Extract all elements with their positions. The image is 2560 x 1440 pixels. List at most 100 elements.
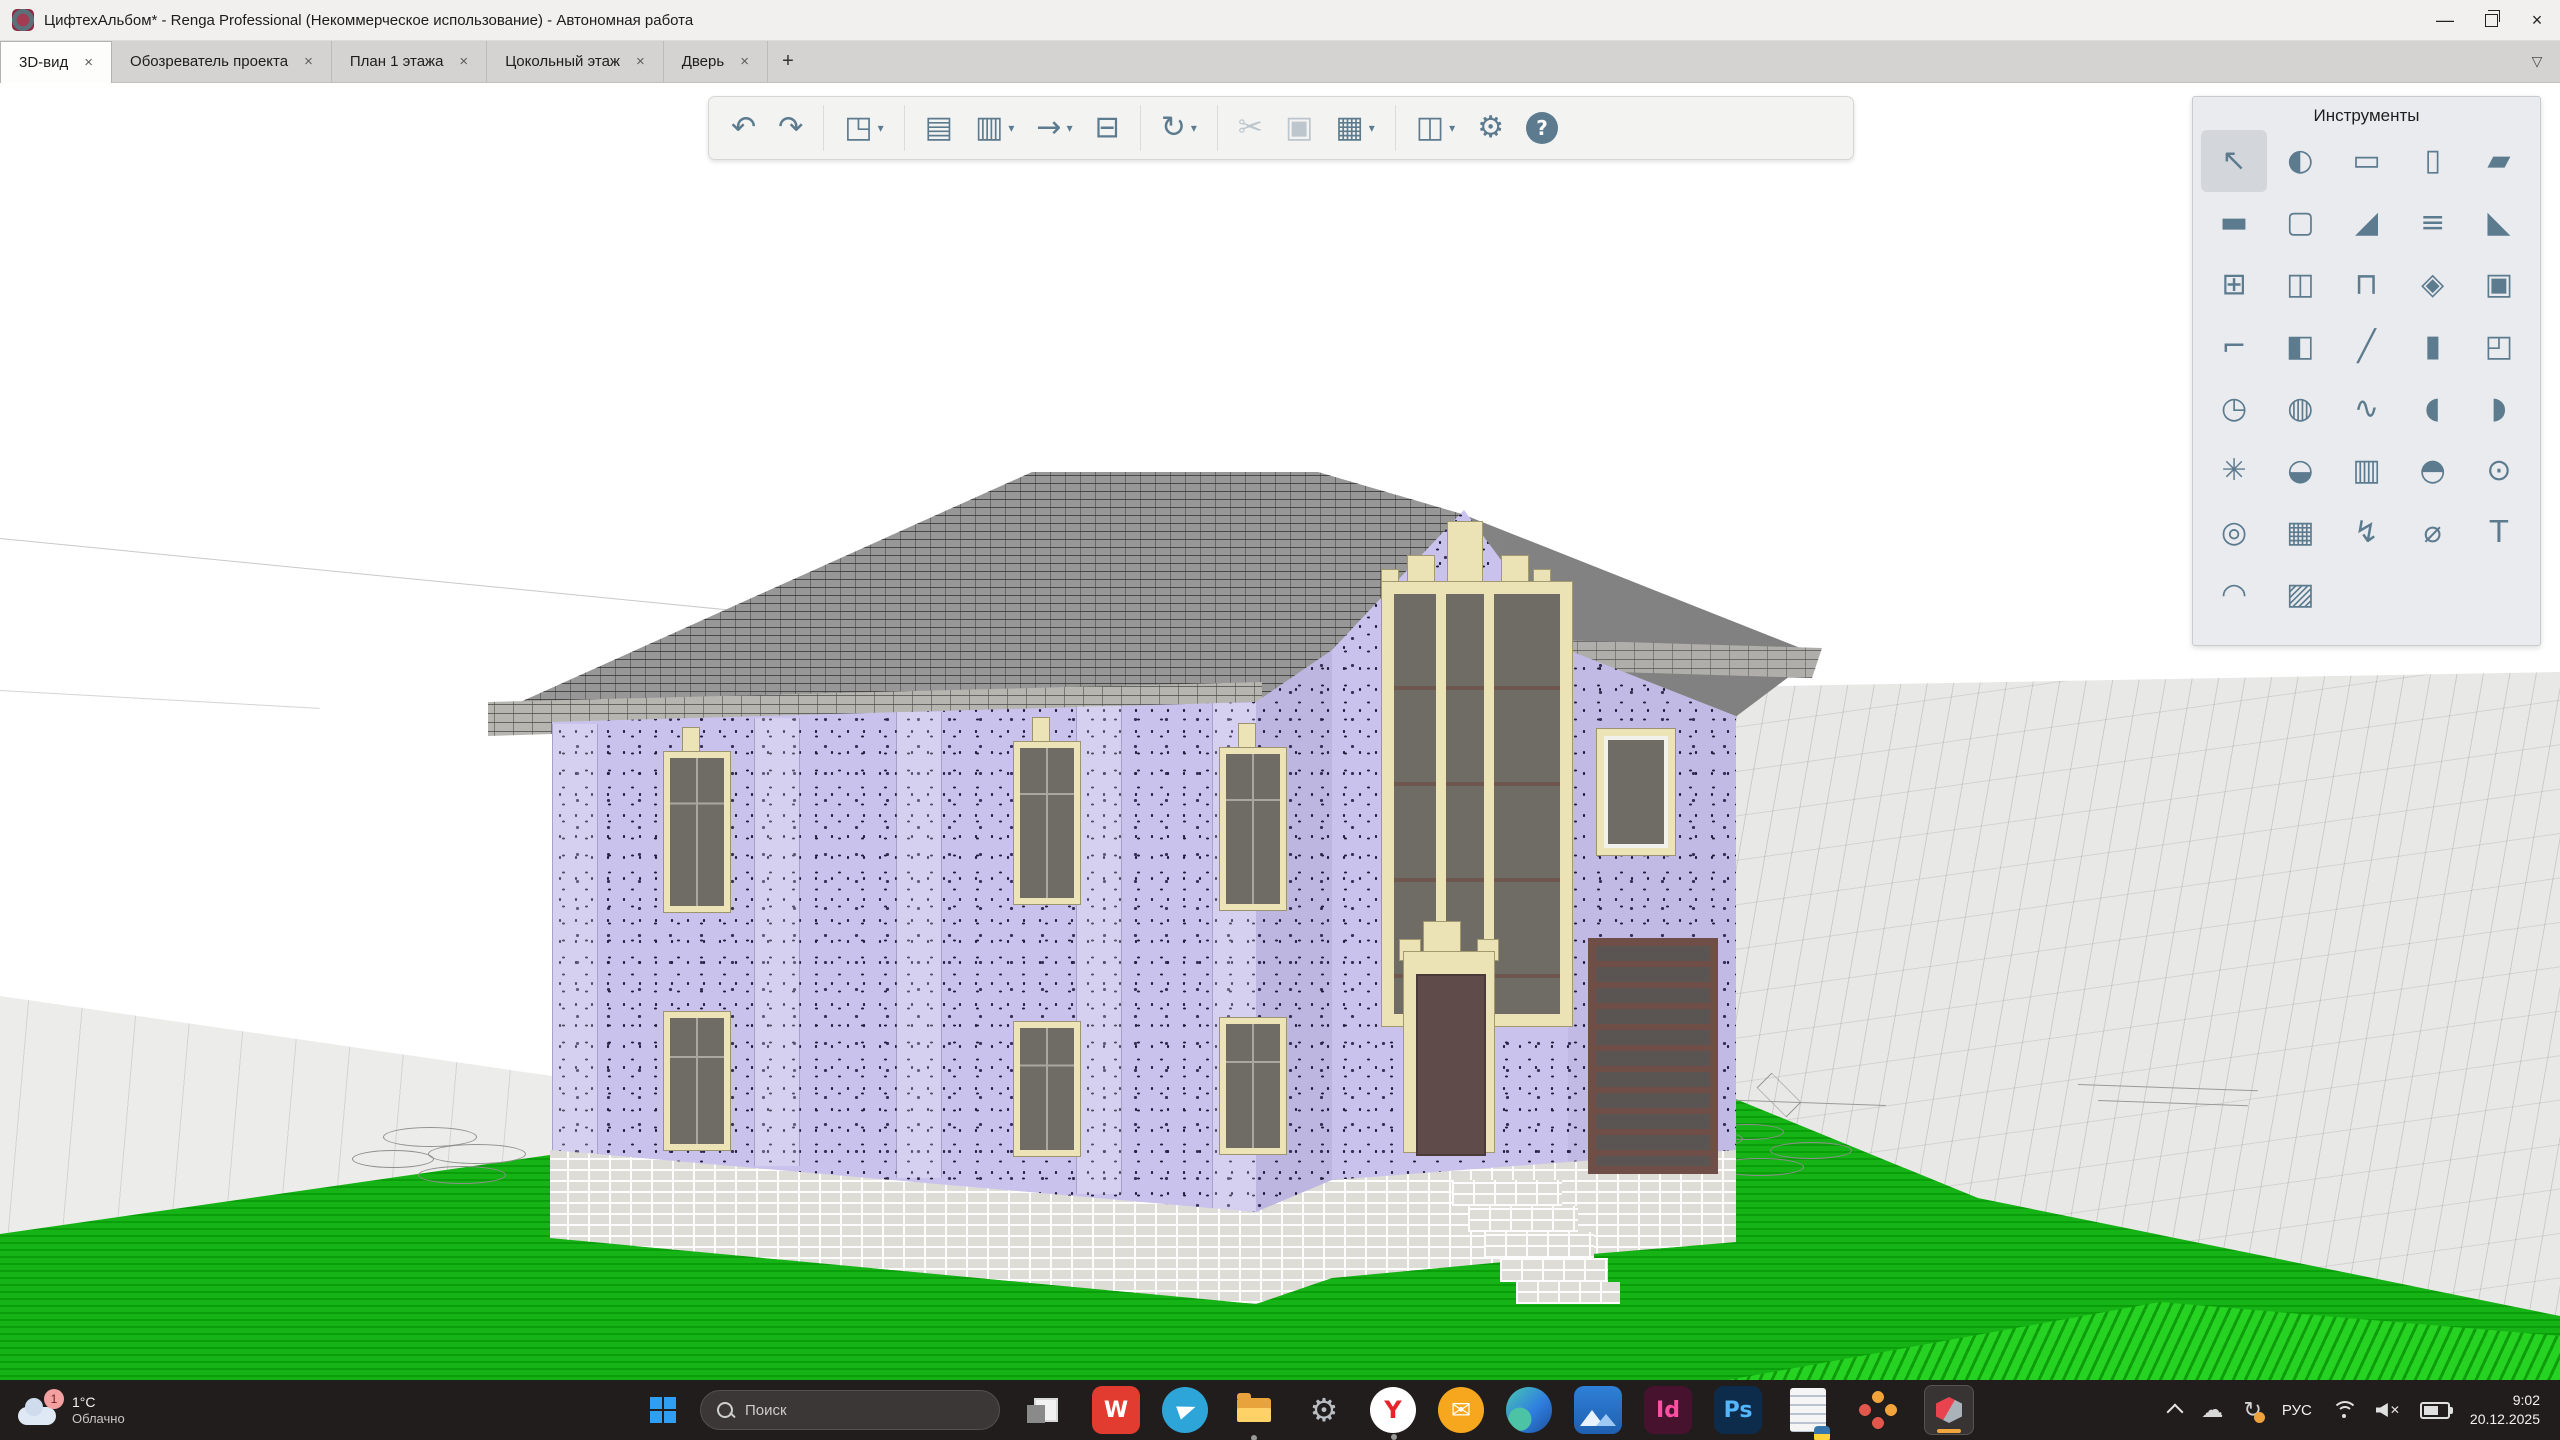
- renga-app[interactable]: [1924, 1385, 1974, 1435]
- tab-overflow-button[interactable]: ▽: [2514, 41, 2560, 82]
- clock[interactable]: 9:02 20.12.2025: [2470, 1391, 2540, 1429]
- settings-wrench-button[interactable]: ⚙ ▾: [1469, 107, 1512, 149]
- tab-close-icon[interactable]: ×: [740, 53, 749, 70]
- battery-icon[interactable]: [2420, 1402, 2450, 1419]
- ventilation-tool[interactable]: ✳: [2201, 440, 2267, 502]
- chevron-down-icon[interactable]: ▾: [1369, 121, 1375, 135]
- window-tool[interactable]: ⊞: [2201, 254, 2267, 316]
- onedrive-cloud-icon[interactable]: ☁: [2201, 1398, 2223, 1423]
- dimensions-tool[interactable]: ⌀: [2400, 502, 2466, 564]
- duct-tool[interactable]: ▥: [2333, 440, 2399, 502]
- open-button[interactable]: ▤ ▾: [917, 107, 961, 149]
- ramp-tool[interactable]: ◣: [2466, 192, 2532, 254]
- help-button[interactable]: ? ▾: [1518, 106, 1566, 150]
- pipe-fittings-tool[interactable]: ∿: [2333, 378, 2399, 440]
- tab-floor-plan-1[interactable]: План 1 этажа ×: [332, 41, 487, 82]
- round-duct-tool[interactable]: ◓: [2400, 440, 2466, 502]
- new-tab-button[interactable]: +: [768, 41, 808, 82]
- sep4-button[interactable]: ▾: [1217, 105, 1218, 151]
- volume-muted-icon[interactable]: ✕: [2376, 1403, 2400, 1417]
- save-button[interactable]: ▥ ▾: [967, 107, 1022, 149]
- python-doc-app[interactable]: [1784, 1386, 1832, 1434]
- chevron-down-icon[interactable]: ▾: [1067, 121, 1073, 135]
- close-button[interactable]: ×: [2514, 0, 2560, 40]
- window-layout-button[interactable]: ◫ ▾: [1408, 107, 1463, 149]
- sep3-button[interactable]: ▾: [1140, 105, 1141, 151]
- object-styles-tool[interactable]: ◐: [2267, 130, 2333, 192]
- sep5-button[interactable]: ▾: [1395, 105, 1396, 151]
- tab-close-icon[interactable]: ×: [84, 54, 93, 71]
- plate-tool[interactable]: ⌐: [2201, 316, 2267, 378]
- edge-app[interactable]: [1506, 1387, 1552, 1433]
- select-tool[interactable]: ↖: [2201, 130, 2267, 192]
- weather-widget[interactable]: 1 1°C Облачно: [18, 1393, 248, 1427]
- line-tool[interactable]: ╱: [2333, 316, 2399, 378]
- stairs-tool[interactable]: ≡: [2400, 192, 2466, 254]
- electric-panel-tool[interactable]: ▦: [2267, 502, 2333, 564]
- chevron-down-icon[interactable]: ▾: [1191, 121, 1197, 135]
- electric-socket-tool[interactable]: ⊙: [2466, 440, 2532, 502]
- spline-tool[interactable]: ◠: [2201, 564, 2267, 626]
- tab-close-icon[interactable]: ×: [304, 53, 313, 70]
- picture-tool[interactable]: ▣: [2466, 254, 2532, 316]
- indesign-app[interactable]: Id: [1644, 1386, 1692, 1434]
- export-button[interactable]: → ▾: [1028, 107, 1080, 149]
- media-app-app[interactable]: [1574, 1386, 1622, 1434]
- pipe-accessory-tool[interactable]: ◗: [2466, 378, 2532, 440]
- orbit-button[interactable]: ↻ ▾: [1153, 107, 1205, 149]
- minimize-button[interactable]: —: [2422, 0, 2468, 40]
- element-tool[interactable]: ◈: [2400, 254, 2466, 316]
- tab-basement-floor[interactable]: Цокольный этаж ×: [487, 41, 664, 82]
- electric-fittings-tool[interactable]: ↯: [2333, 502, 2399, 564]
- furniture-tool[interactable]: ⊓: [2333, 254, 2399, 316]
- opening-tool[interactable]: ▢: [2267, 192, 2333, 254]
- wall-tool[interactable]: ▭: [2333, 130, 2399, 192]
- tray-chevron-up-icon[interactable]: [2167, 1404, 2184, 1421]
- equipment-tool[interactable]: ◍: [2267, 378, 2333, 440]
- sep1-button[interactable]: ▾: [823, 105, 824, 151]
- beam-tool[interactable]: ▰: [2466, 130, 2532, 192]
- dots-app-app[interactable]: [1854, 1386, 1902, 1434]
- lighting-tool[interactable]: ◎: [2201, 502, 2267, 564]
- telegram-app[interactable]: [1162, 1387, 1208, 1433]
- profile-tool[interactable]: ▮: [2400, 316, 2466, 378]
- foundation-tool[interactable]: ◧: [2267, 316, 2333, 378]
- pipe-tool[interactable]: ◖: [2400, 378, 2466, 440]
- tab-door[interactable]: Дверь ×: [664, 41, 768, 82]
- assembly-tool[interactable]: ◰: [2466, 316, 2532, 378]
- chevron-down-icon[interactable]: ▾: [1449, 121, 1455, 135]
- yandex-browser-app[interactable]: Y: [1370, 1387, 1416, 1433]
- tab-3d-view[interactable]: 3D-вид ×: [0, 41, 112, 83]
- chevron-down-icon[interactable]: ▾: [878, 121, 884, 135]
- chevron-down-icon[interactable]: ▾: [1008, 121, 1014, 135]
- language-indicator[interactable]: РУС: [2282, 1402, 2312, 1419]
- task-view-app[interactable]: [1022, 1386, 1070, 1434]
- redo-button[interactable]: ↷ ▾: [770, 107, 811, 149]
- text-tool[interactable]: T: [2466, 502, 2532, 564]
- sync-icon[interactable]: ↻: [2243, 1398, 2261, 1423]
- viewport-3d[interactable]: [0, 82, 2560, 1380]
- photoshop-app[interactable]: Ps: [1714, 1386, 1762, 1434]
- plumbing-fixture-tool[interactable]: ◷: [2201, 378, 2267, 440]
- tab-close-icon[interactable]: ×: [636, 53, 645, 70]
- door-tool[interactable]: ◫: [2267, 254, 2333, 316]
- search-input[interactable]: Поиск: [700, 1390, 1000, 1430]
- paste-button[interactable]: ▦ ▾: [1327, 107, 1382, 149]
- settings-app[interactable]: ⚙: [1300, 1386, 1348, 1434]
- floor-tool[interactable]: ▬: [2201, 192, 2267, 254]
- hatch-tool[interactable]: ▨: [2267, 564, 2333, 626]
- file-explorer-app[interactable]: [1230, 1386, 1278, 1434]
- column-tool[interactable]: ▯: [2400, 130, 2466, 192]
- tab-project-explorer[interactable]: Обозреватель проекта ×: [112, 41, 332, 82]
- wps-office-app[interactable]: W: [1092, 1386, 1140, 1434]
- undo-button[interactable]: ↶ ▾: [723, 107, 764, 149]
- tab-close-icon[interactable]: ×: [459, 53, 468, 70]
- mail-app[interactable]: ✉: [1438, 1387, 1484, 1433]
- roof-tool[interactable]: ◢: [2333, 192, 2399, 254]
- start-button[interactable]: [648, 1395, 678, 1425]
- view-3d-button[interactable]: ◳ ▾: [836, 107, 891, 149]
- cut-button[interactable]: ✂ ▾: [1230, 107, 1271, 149]
- restore-button[interactable]: [2468, 0, 2514, 40]
- wifi-icon[interactable]: [2332, 1401, 2356, 1419]
- print-button[interactable]: ⊟ ▾: [1087, 107, 1128, 149]
